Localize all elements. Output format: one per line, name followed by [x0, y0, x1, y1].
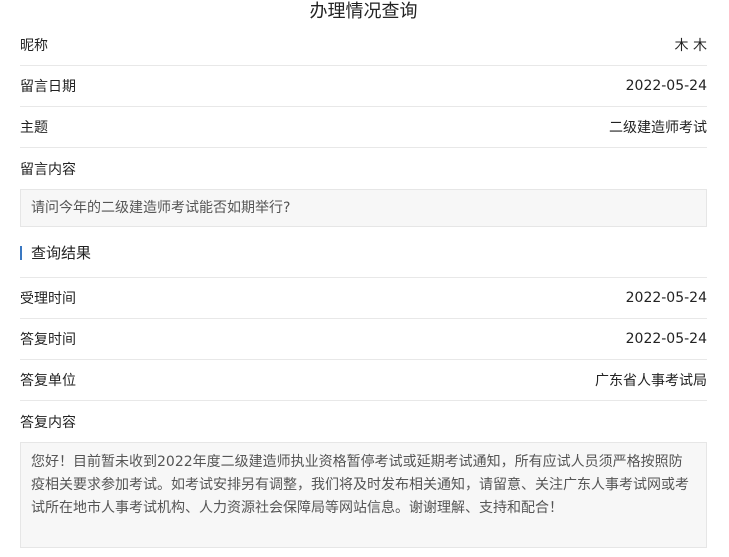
- nickname-row: 昵称 木 木: [20, 24, 707, 66]
- reply-content-row: 答复内容: [20, 401, 707, 442]
- accept-time-label: 受理时间: [20, 291, 76, 307]
- accept-time-row: 受理时间 2022-05-24: [20, 278, 707, 319]
- result-section-title: 查询结果: [31, 243, 92, 262]
- inquiry-page: 办理情况查询 昵称 木 木 留言日期 2022-05-24 主题 二级建造师考试…: [0, 0, 729, 557]
- reply-content-box: 您好！目前暂未收到2022年度二级建造师执业资格暂停考试或延期考试通知，所有应试…: [20, 442, 707, 548]
- nickname-label: 昵称: [20, 37, 48, 54]
- message-content-label: 留言内容: [20, 161, 76, 178]
- result-section-header: 查询结果: [20, 227, 707, 278]
- message-date-row: 留言日期 2022-05-24: [20, 66, 707, 107]
- section-accent-bar: [20, 246, 22, 260]
- reply-unit-row: 答复单位 广东省人事考试局: [20, 360, 707, 401]
- subject-label: 主题: [20, 120, 48, 136]
- reply-time-label: 答复时间: [20, 332, 76, 348]
- reply-time-value: 2022-05-24: [625, 331, 707, 347]
- reply-unit-label: 答复单位: [20, 373, 76, 389]
- nickname-value: 木 木: [674, 37, 707, 54]
- message-content-box: 请问今年的二级建造师考试能否如期举行?: [20, 189, 707, 227]
- subject-row: 主题 二级建造师考试: [20, 107, 707, 148]
- accept-time-value: 2022-05-24: [625, 290, 707, 306]
- message-date-label: 留言日期: [20, 79, 76, 95]
- message-date-value: 2022-05-24: [625, 78, 707, 94]
- reply-content-label: 答复内容: [20, 414, 76, 431]
- subject-value: 二级建造师考试: [609, 120, 707, 136]
- message-content-row: 留言内容: [20, 148, 707, 189]
- reply-unit-value: 广东省人事考试局: [595, 373, 707, 389]
- reply-time-row: 答复时间 2022-05-24: [20, 319, 707, 360]
